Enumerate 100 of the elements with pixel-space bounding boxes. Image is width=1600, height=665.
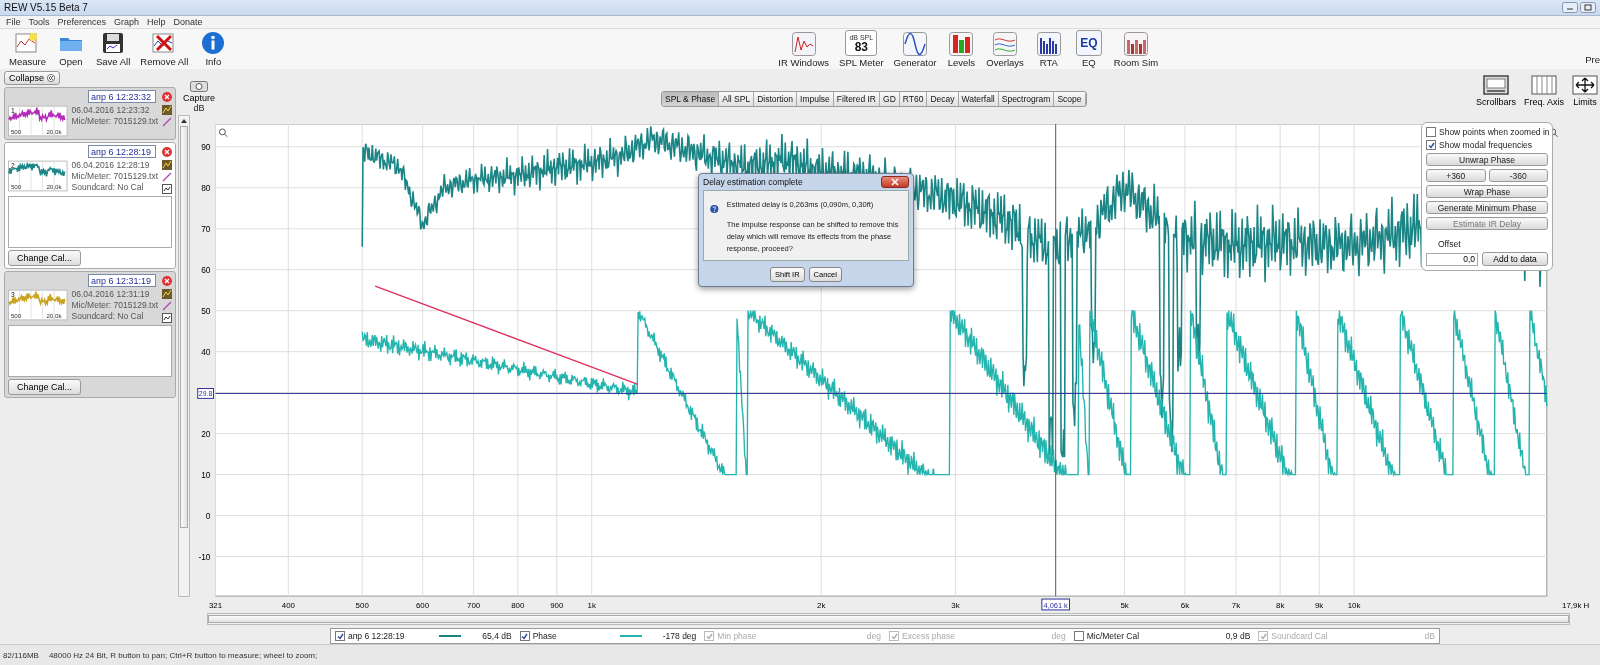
graph-tab[interactable]: GD [880, 92, 900, 106]
change-cal-button[interactable]: Change Cal... [8, 379, 82, 395]
toolbar-button[interactable]: Room Sim [1110, 32, 1162, 68]
impulse-icon [791, 32, 816, 56]
maximize-icon[interactable] [1580, 2, 1596, 13]
chart-edit-icon[interactable] [162, 105, 172, 115]
notes-field[interactable] [8, 325, 172, 377]
checkbox[interactable] [519, 631, 530, 642]
toolbar-button[interactable]: IR Windows [775, 32, 833, 68]
toolbar-button[interactable]: Open [52, 31, 89, 67]
offset-field[interactable]: 0,0 [1426, 252, 1478, 266]
menu-item[interactable]: File [6, 17, 21, 27]
scrollbar[interactable] [207, 613, 1570, 626]
axis-label: 3k [951, 601, 960, 611]
change-cal-button[interactable]: Change Cal... [8, 250, 82, 266]
document-icon[interactable] [162, 184, 172, 194]
pen-icon[interactable] [162, 172, 172, 182]
chart-edit-icon[interactable] [162, 160, 172, 170]
legend-value: -178 deg [662, 631, 697, 642]
graph-tab[interactable]: SPL & Phase [662, 92, 720, 106]
axis-label: 9k [1315, 601, 1324, 611]
graph-tab[interactable]: Waterfall [958, 92, 999, 106]
name-field[interactable]: апр 6 12:23:32 [88, 90, 156, 103]
toolbar-button[interactable]: RTA [1030, 32, 1067, 68]
graph-tab[interactable]: Decay [927, 92, 959, 106]
name-field[interactable]: апр 6 12:31:19 [88, 274, 156, 287]
checkbox[interactable] [1426, 140, 1436, 150]
notes-field[interactable] [8, 196, 172, 248]
memory-usage: 82/116MB [3, 650, 39, 660]
panel-button[interactable]: Unwrap Phase [1426, 153, 1548, 166]
menu-item[interactable]: Donate [173, 17, 203, 27]
checkbox[interactable] [335, 631, 345, 642]
pen-icon[interactable] [162, 301, 172, 311]
checkbox[interactable] [1426, 127, 1436, 137]
legend-value: 65,4 dB [482, 631, 512, 642]
axis-label: -10 [198, 552, 211, 562]
menu-item[interactable]: Help [147, 17, 166, 27]
graph-tab[interactable]: RT60 [899, 92, 928, 106]
graph-tab[interactable]: Scope [1054, 92, 1086, 106]
name-field[interactable]: апр 6 12:28:19 [88, 145, 156, 158]
panel-button[interactable]: -360 [1488, 169, 1548, 182]
toolbar-button[interactable]: Save All [92, 31, 134, 67]
panel-button[interactable]: Generate Minimum Phase [1426, 201, 1548, 214]
toolbar-button[interactable]: Remove All [137, 31, 192, 67]
offset-label: Offset [1437, 238, 1462, 249]
double-chevron-icon [47, 74, 56, 82]
view-button[interactable]: Freq. Axis [1522, 75, 1566, 107]
menu-item[interactable]: Tools [28, 17, 50, 27]
graph-tab[interactable]: Impulse [797, 92, 834, 106]
close-button[interactable] [881, 176, 909, 188]
add-to-data-button[interactable]: Add to data [1482, 252, 1548, 266]
menu-item[interactable]: Graph [114, 17, 140, 27]
eq-badge: EQ [1075, 30, 1102, 56]
zoom-icon[interactable] [218, 128, 228, 138]
soundcard-text: Soundcard: No Cal [71, 182, 145, 192]
toolbar-button[interactable]: EQ EQ [1070, 30, 1107, 68]
checkbox[interactable] [1073, 631, 1084, 642]
toolbar-button[interactable]: Info [195, 31, 232, 67]
legend-label: апр 6 12:28:19 [348, 631, 406, 642]
soundcard-text: Soundcard: No Cal [71, 311, 145, 321]
close-icon[interactable] [162, 91, 172, 102]
toolbar-label[interactable]: Pre [1585, 54, 1600, 65]
panel-button[interactable]: Wrap Phase [1426, 185, 1548, 198]
collapse-button[interactable]: Collapse [4, 71, 61, 85]
axis-label: 40 [201, 347, 211, 358]
capture-button[interactable]: Capture [185, 79, 213, 103]
graph-tab[interactable]: All SPL [719, 92, 755, 106]
toolbar-button[interactable]: Measure [6, 31, 49, 67]
graph-tab[interactable]: Distortion [754, 92, 798, 106]
sine-wave-icon [902, 32, 927, 56]
scrollbars-icon [1482, 75, 1509, 95]
view-button[interactable]: Limits [1570, 75, 1600, 107]
legend-value: dB [1424, 631, 1435, 642]
axis-label: 50 [201, 306, 211, 317]
spectrum-bars-icon [1036, 32, 1061, 56]
option-checkbox[interactable]: Show points when zoomed in [1426, 127, 1548, 137]
panel-button[interactable]: +360 [1426, 169, 1486, 182]
measurement-date: 06.04.2016 12:23:32 [71, 105, 151, 115]
toolbar-button[interactable]: Overlays [983, 32, 1027, 68]
scrollbar[interactable] [178, 115, 190, 597]
graph-tab[interactable]: Filtered IR [833, 92, 880, 106]
legend-label: Soundcard Cal [1271, 631, 1329, 642]
toolbar-button[interactable]: Levels [943, 32, 980, 68]
option-checkbox[interactable]: Show modal frequencies [1426, 140, 1548, 150]
graph-tab[interactable]: Spectrogram [998, 92, 1055, 106]
chart-edit-icon[interactable] [162, 289, 172, 299]
legend-value: 0,9 dB [1225, 631, 1251, 642]
document-icon[interactable] [162, 313, 172, 323]
view-button[interactable]: Scrollbars [1473, 75, 1518, 107]
axis-label: 400 [281, 601, 295, 611]
grid-icon [1531, 75, 1557, 95]
minimize-icon[interactable] [1562, 2, 1578, 13]
menu-item[interactable]: Preferences [57, 17, 107, 27]
pen-icon[interactable] [162, 117, 172, 127]
toolbar-button[interactable]: Generator [890, 32, 940, 68]
legend-value: deg [1051, 631, 1066, 642]
close-icon[interactable] [162, 146, 172, 157]
axis-label: 10k [1347, 601, 1361, 611]
axis-label: 321 [208, 601, 223, 611]
close-icon[interactable] [162, 275, 172, 286]
